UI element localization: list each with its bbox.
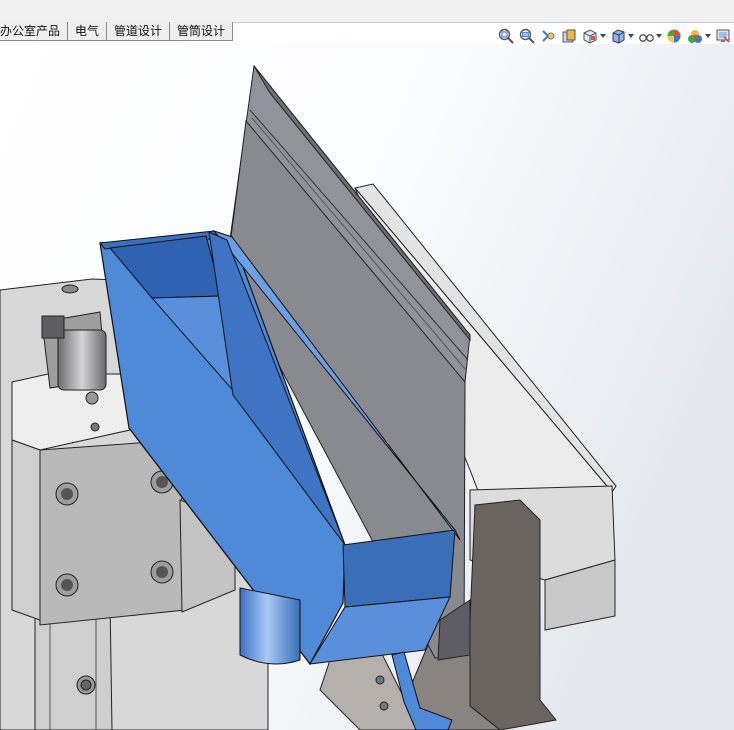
view-orientation-icon[interactable]: [581, 27, 599, 45]
edit-appearance-icon[interactable]: [665, 27, 683, 45]
chevron-down-icon[interactable]: [600, 27, 606, 45]
view-settings-icon[interactable]: [714, 27, 732, 45]
hopper-outlet-cylinder: [239, 587, 301, 665]
tab-routing-tube[interactable]: 管筒设计: [169, 22, 234, 41]
zoom-to-area-icon[interactable]: [518, 27, 536, 45]
zoom-to-fit-icon[interactable]: [497, 27, 515, 45]
tab-office-products[interactable]: 办公室产品: [0, 22, 69, 41]
chevron-down-icon[interactable]: [628, 27, 634, 45]
heads-up-view-toolbar: [494, 26, 732, 46]
chevron-down-icon[interactable]: [656, 27, 662, 45]
section-view-icon[interactable]: [560, 27, 578, 45]
graphics-area[interactable]: [0, 44, 734, 730]
menu-bar: [0, 0, 734, 23]
apply-scene-icon[interactable]: [686, 27, 704, 45]
chevron-down-icon[interactable]: [705, 27, 711, 45]
previous-view-icon[interactable]: [539, 27, 557, 45]
tab-electrical[interactable]: 电气: [67, 22, 108, 41]
gearbox-block: [41, 311, 107, 391]
display-style-icon[interactable]: [609, 27, 627, 45]
command-manager-tabs: 办公室产品 电气 管道设计 管筒设计: [0, 22, 234, 42]
tab-routing-pipe[interactable]: 管道设计: [106, 22, 171, 41]
hide-show-items-icon[interactable]: [637, 27, 655, 45]
